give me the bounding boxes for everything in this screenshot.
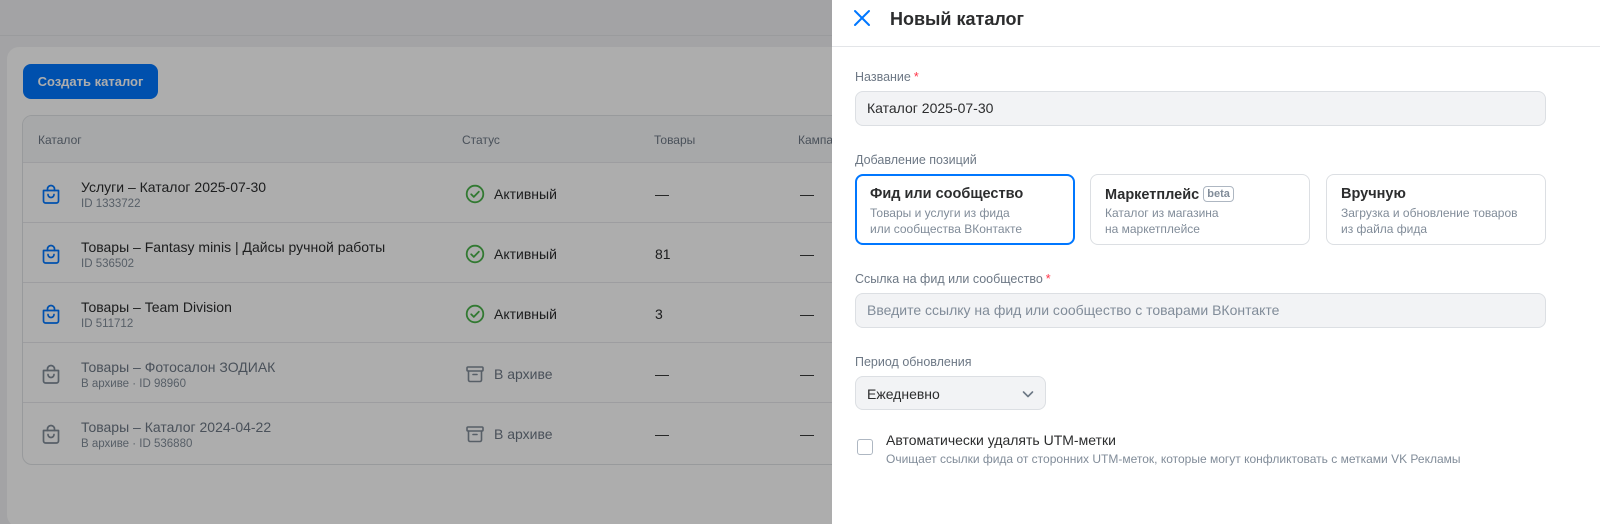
update-period-select[interactable]: Ежедневно xyxy=(855,376,1046,410)
option-manual[interactable]: Вручную Загрузка и обновление товаров из … xyxy=(1326,174,1546,245)
positions-label: Добавление позиций xyxy=(855,153,977,167)
name-label-text: Название xyxy=(855,70,911,84)
option-description: Каталог из магазина на маркетплейсе xyxy=(1105,206,1305,237)
feed-link-input[interactable]: Введите ссылку на фид или сообщество с т… xyxy=(855,293,1546,328)
option-description: Загрузка и обновление товаров из файла фи… xyxy=(1341,206,1541,237)
drawer-title: Новый каталог xyxy=(890,9,1025,29)
chevron-down-icon xyxy=(1022,391,1034,398)
option-desc-line: на маркетплейсе xyxy=(1105,221,1200,236)
option-marketplace[interactable]: Маркетплейс beta Каталог из магазина на ма… xyxy=(1090,174,1310,245)
feed-link-label-text: Ссылка на фид или сообщество xyxy=(855,272,1043,286)
option-description: Товары и услуги из фида или сообщества ВК… xyxy=(870,206,1070,237)
new-catalog-drawer: Новый каталог Название * Каталог 2025-07-… xyxy=(832,0,1600,524)
beta-badge: beta xyxy=(1203,186,1234,202)
remove-utm-label[interactable]: Автоматически удалять UTM-метки xyxy=(886,432,1116,448)
option-title-text: Маркетплейс xyxy=(1105,187,1200,203)
close-button[interactable] xyxy=(846,5,878,33)
update-period-label: Период обновления xyxy=(855,355,972,369)
option-desc-line: Загрузка и обновление товаров xyxy=(1341,206,1518,220)
remove-utm-description: Очищает ссылки фида от сторонних UTM-мет… xyxy=(886,452,1461,466)
catalog-name-input[interactable]: Каталог 2025-07-30 xyxy=(855,91,1546,126)
required-mark: * xyxy=(1045,272,1051,286)
update-period-value: Ежедневно xyxy=(867,386,940,402)
option-feed-or-community[interactable]: Фид или сообщество Товары и услуги из фи… xyxy=(855,174,1075,245)
option-desc-line: Товары и услуги из фида xyxy=(870,206,1010,220)
name-label: Название * xyxy=(855,70,919,84)
option-desc-line: из файла фида xyxy=(1341,221,1428,236)
drawer-header: Новый каталог xyxy=(832,0,1600,47)
option-desc-line: или сообщества ВКонтакте xyxy=(870,221,1023,236)
remove-utm-checkbox[interactable] xyxy=(857,439,873,455)
option-title: Маркетплейс beta xyxy=(1105,186,1234,203)
feed-link-label: Ссылка на фид или сообщество * xyxy=(855,272,1051,286)
option-title: Вручную xyxy=(1341,186,1406,202)
option-desc-line: Каталог из магазина xyxy=(1105,206,1219,220)
close-icon xyxy=(854,9,870,26)
required-mark: * xyxy=(913,70,919,84)
option-title: Фид или сообщество xyxy=(870,186,1024,202)
